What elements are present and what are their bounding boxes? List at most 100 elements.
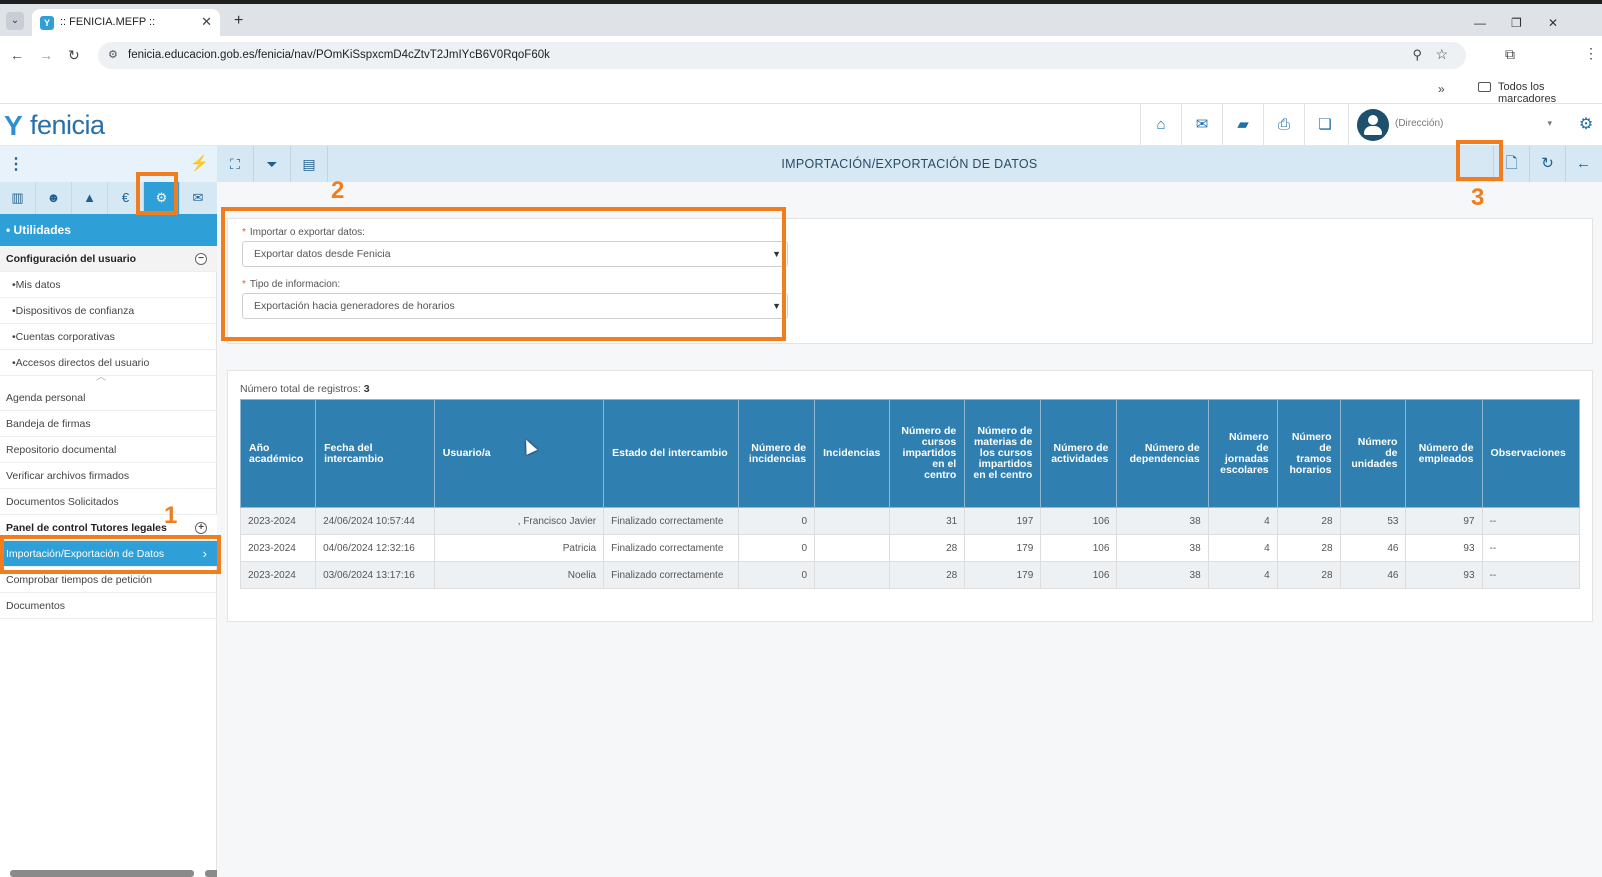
folder-open-icon[interactable]: ▰ bbox=[1222, 104, 1263, 146]
table-cell: 04/06/2024 12:32:16 bbox=[315, 534, 435, 562]
collapse-icon[interactable]: − bbox=[195, 253, 207, 265]
column-header[interactable]: Número de tramos horarios bbox=[1276, 399, 1341, 508]
table-cell: 106 bbox=[1040, 561, 1118, 589]
table-row[interactable]: 2023-2024 04/06/2024 12:32:16 Patricia Fina… bbox=[239, 534, 1581, 562]
column-header[interactable]: Fecha del intercambio bbox=[315, 399, 435, 508]
fenicia-logo[interactable]: Y fenicia bbox=[4, 108, 116, 142]
bolt-icon[interactable]: ⚡ bbox=[190, 154, 209, 172]
column-header[interactable]: Número de incidencias bbox=[738, 399, 816, 508]
refresh-icon[interactable]: ↻ bbox=[1529, 146, 1565, 182]
back-arrow-icon[interactable]: ← bbox=[1565, 146, 1601, 182]
filter-icon[interactable]: ⏷ bbox=[254, 146, 291, 182]
column-header[interactable]: Usuario/a bbox=[433, 399, 605, 508]
avatar bbox=[1357, 109, 1389, 141]
sidebar: ⋮ ⚡ ▥ ☻ ▲ € ⚙ ✉ • Utilidades Configuraci… bbox=[0, 146, 217, 877]
more-vertical-icon[interactable]: ⋮ bbox=[8, 154, 24, 174]
tab-search-icon[interactable]: ⌄ bbox=[6, 12, 24, 30]
expand-icon[interactable]: + bbox=[195, 522, 207, 534]
table-row[interactable]: 2023-2024 24/06/2024 10:57:44, Francisco … bbox=[239, 507, 1581, 535]
chevron-down-icon: ▾ bbox=[1547, 118, 1552, 128]
sidebar-item-documentos-solicitados[interactable]: Documentos Solicitados bbox=[0, 489, 217, 515]
browser-menu-icon[interactable]: ⋮ bbox=[1584, 45, 1598, 62]
table-cell bbox=[814, 561, 891, 589]
sidebar-item-bandeja[interactable]: Bandeja de firmas bbox=[0, 411, 217, 437]
column-header[interactable]: Año académico bbox=[239, 399, 317, 508]
pdf-icon[interactable]: ▤ bbox=[291, 146, 328, 182]
back-icon[interactable]: ← bbox=[10, 47, 24, 63]
callout-box-new bbox=[1456, 140, 1503, 181]
app-header: Y fenicia ⌂ ✉ ▰ ⎙ ❏ (Dirección) ▾ ⚙ bbox=[0, 104, 1602, 146]
table-body: 2023-2024 24/06/2024 10:57:44, Francisco … bbox=[239, 507, 1581, 589]
table-cell: 93 bbox=[1405, 561, 1483, 589]
minimize-icon[interactable]: — bbox=[1474, 16, 1486, 30]
window-close-icon[interactable]: ✕ bbox=[1548, 16, 1558, 30]
column-header[interactable]: Número de empleados bbox=[1405, 399, 1483, 508]
site-settings-icon[interactable]: ⚙ bbox=[108, 48, 118, 61]
sidebar-section-utilidades[interactable]: • Utilidades bbox=[0, 214, 217, 246]
table-cell: 4 bbox=[1207, 534, 1278, 562]
callout-box-tab bbox=[136, 172, 178, 215]
new-tab-button[interactable]: + bbox=[234, 13, 243, 29]
column-header[interactable]: Número de dependencias bbox=[1116, 399, 1209, 508]
reload-icon[interactable]: ↻ bbox=[68, 47, 80, 64]
users-icon[interactable]: ☻ bbox=[36, 182, 72, 214]
column-header[interactable]: Número de cursos impartidos en el centro bbox=[889, 399, 966, 508]
table-cell: 4 bbox=[1207, 561, 1278, 589]
fullscreen-icon[interactable]: ⛶ bbox=[217, 146, 254, 182]
browser-tab[interactable]: Y :: FENICIA.MEFP :: ✕ bbox=[32, 9, 220, 36]
mail-icon[interactable]: ✉ bbox=[1181, 104, 1222, 146]
all-bookmarks-link[interactable]: Todos los marcadores bbox=[1498, 81, 1602, 105]
table-cell: 38 bbox=[1116, 534, 1209, 562]
sidebar-item-repositorio[interactable]: Repositorio documental bbox=[0, 437, 217, 463]
table-cell: 38 bbox=[1116, 561, 1209, 589]
bookmark-star-icon[interactable]: ☆ bbox=[1435, 46, 1448, 63]
table-cell: Noelia bbox=[433, 561, 605, 589]
column-header[interactable]: Número de unidades bbox=[1339, 399, 1407, 508]
sidebar-item-documentos[interactable]: Documentos bbox=[0, 593, 217, 619]
logo-mark-icon: Y bbox=[4, 110, 23, 141]
table-cell: 46 bbox=[1339, 534, 1407, 562]
zoom-icon[interactable]: ⚲ bbox=[1412, 47, 1422, 63]
sidebar-item-dispositivos[interactable]: •Dispositivos de confianza bbox=[0, 298, 217, 324]
column-header[interactable]: Estado del intercambio bbox=[603, 399, 740, 508]
fenicia-favicon-icon: Y bbox=[40, 16, 54, 30]
user-menu[interactable]: (Dirección) ▾ bbox=[1348, 104, 1560, 146]
sidebar-tabs: ▥ ☻ ▲ € ⚙ ✉ bbox=[0, 182, 217, 214]
building-icon[interactable]: ▥ bbox=[0, 182, 36, 214]
horizontal-scrollbar[interactable] bbox=[10, 870, 194, 877]
print-icon[interactable]: ⎙ bbox=[1263, 104, 1304, 146]
tab-strip: ⌄ Y :: FENICIA.MEFP :: ✕ + — ❐ ✕ bbox=[0, 4, 1602, 36]
column-header[interactable]: Número de actividades bbox=[1040, 399, 1118, 508]
sidebar-item-accesos[interactable]: •Accesos directos del usuario bbox=[0, 350, 217, 376]
tab-title: :: FENICIA.MEFP :: bbox=[60, 16, 156, 28]
gear-icon[interactable]: ⚙ bbox=[1570, 104, 1602, 146]
callout-box-form bbox=[221, 207, 786, 341]
table-cell: Finalizado correctamente bbox=[603, 507, 740, 535]
column-header[interactable]: Número de materias de los cursos imparti… bbox=[964, 399, 1042, 508]
sidebar-item-agenda[interactable]: Agenda personal bbox=[0, 385, 217, 411]
graduation-cap-icon[interactable]: ▲ bbox=[72, 182, 108, 214]
copy-icon[interactable]: ❏ bbox=[1304, 104, 1345, 146]
total-records: Número total de registros: 3 bbox=[240, 383, 370, 395]
table-row[interactable]: 2023-2024 03/06/2024 13:17:16 Noelia Finali… bbox=[239, 561, 1581, 589]
column-header[interactable]: Número de jornadas escolares bbox=[1207, 399, 1278, 508]
bookmarks-more-icon[interactable]: » bbox=[1438, 82, 1445, 96]
home-icon[interactable]: ⌂ bbox=[1140, 104, 1181, 146]
tab-close-icon[interactable]: ✕ bbox=[201, 14, 212, 30]
sidebar-item-mis-datos[interactable]: •Mis datos bbox=[0, 272, 217, 298]
column-header[interactable]: Observaciones bbox=[1481, 399, 1581, 508]
chevron-up-icon[interactable]: ︿ bbox=[96, 368, 106, 383]
table-cell: 2023-2024 bbox=[239, 507, 317, 535]
sidebar-item-verificar[interactable]: Verificar archivos firmados bbox=[0, 463, 217, 489]
column-header[interactable]: Incidencias bbox=[814, 399, 891, 508]
table-cell: 38 bbox=[1116, 507, 1209, 535]
omnibox[interactable]: ⚙ fenicia.educacion.gob.es/fenicia/nav/P… bbox=[98, 42, 1466, 69]
url-text[interactable]: fenicia.educacion.gob.es/fenicia/nav/POm… bbox=[128, 49, 550, 61]
sidebar-item-cuentas[interactable]: •Cuentas corporativas bbox=[0, 324, 217, 350]
table-cell: -- bbox=[1481, 507, 1581, 535]
forward-icon[interactable]: → bbox=[39, 47, 53, 63]
sidebar-group-config[interactable]: Configuración del usuario − bbox=[0, 246, 217, 272]
extensions-icon[interactable]: ⧉ bbox=[1505, 46, 1515, 63]
envelope-icon[interactable]: ✉ bbox=[180, 182, 216, 214]
restore-icon[interactable]: ❐ bbox=[1511, 16, 1522, 30]
